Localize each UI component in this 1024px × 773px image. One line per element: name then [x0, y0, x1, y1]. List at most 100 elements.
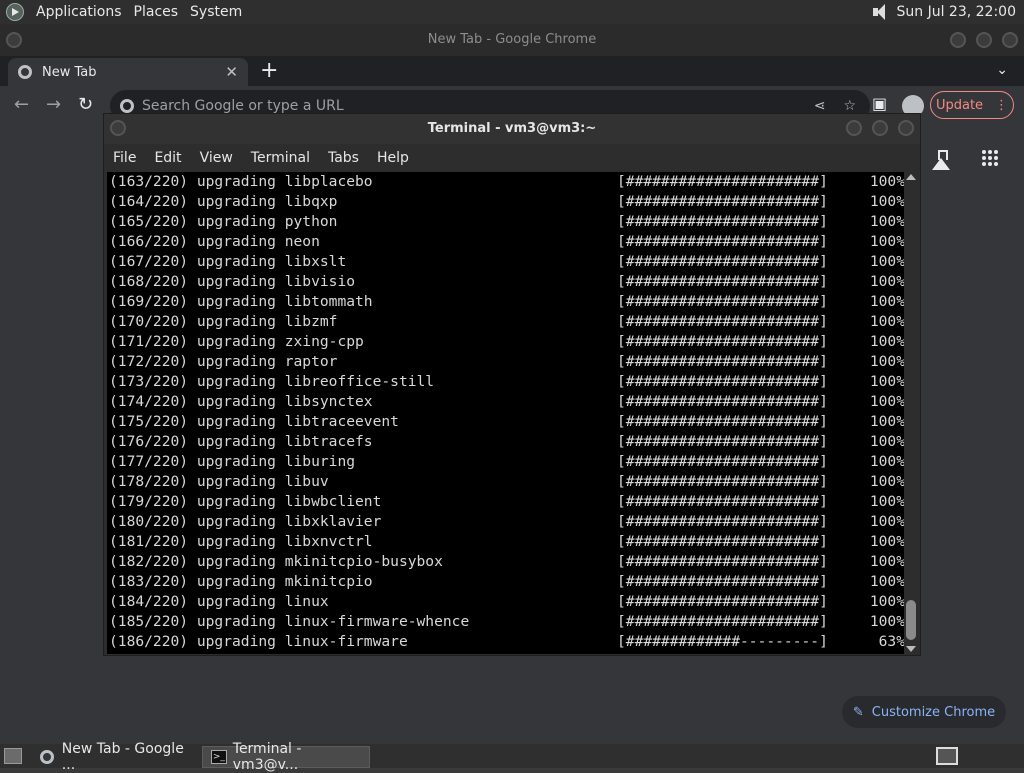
terminal-progress-percent: 100% [870, 372, 905, 392]
terminal-progress-bar: [######################] [617, 292, 828, 312]
menu-terminal[interactable]: Terminal [251, 150, 310, 166]
terminal-line-text: (173/220) upgrading libreoffice-still [109, 372, 434, 392]
labs-flask-icon[interactable] [932, 150, 950, 170]
back-arrow-icon[interactable]: ← [14, 94, 29, 115]
terminal-progress-percent: 100% [870, 252, 905, 272]
terminal-line-text: (176/220) upgrading libtracefs [109, 432, 373, 452]
taskbar-item-chrome[interactable]: New Tab - Google ... [32, 746, 198, 768]
reload-icon[interactable]: ↻ [78, 94, 93, 115]
tab-close-icon[interactable]: ✕ [225, 63, 238, 81]
taskbar-item-terminal[interactable]: >_ Terminal - vm3@v... [202, 746, 370, 768]
terminal-line-text: (183/220) upgrading mkinitcpio [109, 572, 373, 592]
terminal-progress-bar: [######################] [617, 552, 828, 572]
scrollbar-thumb[interactable] [906, 600, 916, 640]
terminal-output[interactable]: (163/220) upgrading libplacebo[#########… [107, 172, 905, 654]
terminal-line-text: (168/220) upgrading libvisio [109, 272, 355, 292]
terminal-progress-percent: 100% [870, 532, 905, 552]
terminal-progress-percent: 100% [870, 232, 905, 252]
terminal-line: (165/220) upgrading python[#############… [107, 212, 905, 232]
menu-applications[interactable]: Applications [30, 4, 128, 20]
terminal-line-text: (177/220) upgrading liburing [109, 452, 355, 472]
scroll-up-arrow-icon[interactable] [906, 174, 916, 180]
terminal-scrollbar[interactable] [904, 172, 918, 654]
volume-icon[interactable] [871, 3, 889, 21]
terminal-titlebar[interactable]: Terminal - vm3@vm3:~ [104, 114, 920, 144]
terminal-close-icon[interactable] [898, 120, 914, 136]
terminal-progress-bar: [#############---------] [617, 632, 828, 652]
terminal-line: (183/220) upgrading mkinitcpio[#########… [107, 572, 905, 592]
close-window-icon[interactable] [1002, 32, 1018, 48]
terminal-progress-percent: 100% [870, 412, 905, 432]
terminal-line: (182/220) upgrading mkinitcpio-busybox[#… [107, 552, 905, 572]
menu-places[interactable]: Places [128, 4, 185, 20]
tab-new-tab[interactable]: New Tab ✕ [8, 58, 248, 86]
terminal-line: (167/220) upgrading libxslt[############… [107, 252, 905, 272]
terminal-line-text: (164/220) upgrading libqxp [109, 192, 337, 212]
terminal-window-menu-icon[interactable] [110, 120, 126, 136]
chrome-titlebar[interactable]: New Tab - Google Chrome [0, 24, 1024, 56]
menu-edit[interactable]: Edit [154, 150, 181, 166]
menu-file[interactable]: File [113, 150, 136, 166]
tab-search-chevron-icon[interactable]: ⌄ [996, 62, 1008, 78]
terminal-line-text: (174/220) upgrading libsynctex [109, 392, 373, 412]
window-menu-icon[interactable] [6, 32, 22, 48]
terminal-menubar: File Edit View Terminal Tabs Help [104, 144, 920, 172]
terminal-line-text: (172/220) upgrading raptor [109, 352, 337, 372]
customize-chrome-button[interactable]: ✎ Customize Chrome [842, 696, 1006, 728]
terminal-progress-percent: 100% [870, 592, 905, 612]
terminal-progress-percent: 100% [870, 612, 905, 632]
terminal-progress-bar: [######################] [617, 432, 828, 452]
menu-tabs[interactable]: Tabs [328, 150, 359, 166]
google-icon [120, 99, 134, 113]
terminal-progress-percent: 100% [870, 392, 905, 412]
omnibox-placeholder: Search Google or type a URL [142, 98, 344, 114]
terminal-progress-bar: [######################] [617, 372, 828, 392]
terminal-progress-percent: 100% [870, 432, 905, 452]
terminal-progress-bar: [######################] [617, 192, 828, 212]
terminal-progress-bar: [######################] [617, 232, 828, 252]
clock[interactable]: Sun Jul 23, 22:00 [897, 4, 1017, 20]
task-label: New Tab - Google ... [62, 741, 198, 773]
terminal-line: (171/220) upgrading zxing-cpp[##########… [107, 332, 905, 352]
terminal-maximize-icon[interactable] [872, 120, 888, 136]
show-desktop-icon[interactable] [4, 748, 22, 764]
distro-logo-icon[interactable] [6, 3, 24, 21]
scroll-down-arrow-icon[interactable] [906, 646, 916, 652]
terminal-progress-percent: 100% [870, 572, 905, 592]
terminal-progress-bar: [######################] [617, 332, 828, 352]
terminal-progress-percent: 100% [870, 552, 905, 572]
terminal-progress-bar: [######################] [617, 312, 828, 332]
terminal-line: (184/220) upgrading linux[##############… [107, 592, 905, 612]
terminal-progress-bar: [######################] [617, 412, 828, 432]
update-button[interactable]: Update ⋮ [930, 91, 1014, 119]
maximize-icon[interactable] [976, 32, 992, 48]
bookmark-star-icon[interactable]: ☆ [843, 98, 856, 114]
forward-arrow-icon[interactable]: → [46, 94, 61, 115]
task-label: Terminal - vm3@v... [233, 741, 369, 773]
menu-help[interactable]: Help [377, 150, 409, 166]
terminal-progress-percent: 100% [870, 352, 905, 372]
terminal-line-text: (170/220) upgrading libzmf [109, 312, 337, 332]
share-icon[interactable]: ⋖ [814, 98, 826, 114]
terminal-line-text: (180/220) upgrading libxklavier [109, 512, 381, 532]
terminal-line: (181/220) upgrading libxnvctrl[#########… [107, 532, 905, 552]
menu-view[interactable]: View [200, 150, 233, 166]
side-panel-icon[interactable]: ▣ [872, 94, 887, 113]
workspace-switcher[interactable] [936, 747, 958, 765]
terminal-progress-percent: 100% [870, 312, 905, 332]
minimize-icon[interactable] [950, 32, 966, 48]
terminal-line: (174/220) upgrading libsynctex [#########… [107, 392, 905, 412]
apps-grid-icon[interactable] [982, 150, 998, 166]
terminal-progress-bar: [######################] [617, 512, 828, 532]
terminal-minimize-icon[interactable] [846, 120, 862, 136]
tab-title: New Tab [42, 65, 97, 80]
new-tab-button[interactable]: + [260, 58, 278, 83]
terminal-line-text: (184/220) upgrading linux [109, 592, 329, 612]
terminal-line-text: (165/220) upgrading python [109, 212, 337, 232]
terminal-progress-bar: [######################] [617, 172, 828, 192]
menu-system[interactable]: System [184, 4, 248, 20]
chrome-window-title: New Tab - Google Chrome [428, 32, 596, 47]
terminal-line-text: (185/220) upgrading linux-firmware-whenc… [109, 612, 469, 632]
terminal-progress-bar: [######################] [617, 392, 828, 412]
terminal-progress-percent: 100% [870, 452, 905, 472]
